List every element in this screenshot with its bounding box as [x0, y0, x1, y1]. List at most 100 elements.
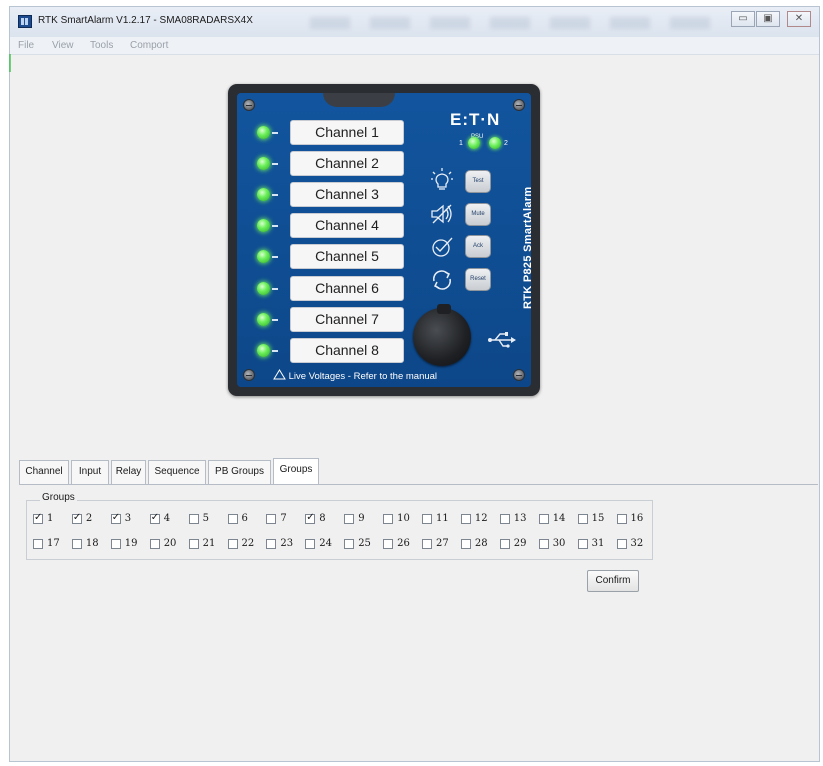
test-button[interactable]: Test — [465, 170, 491, 193]
psu-1-led — [468, 137, 480, 149]
checkbox-box[interactable] — [149, 512, 160, 524]
menu-file[interactable]: File — [18, 40, 34, 51]
checkbox-label: 14 — [552, 513, 566, 524]
group-checkbox-3[interactable]: 3 — [110, 512, 150, 527]
checkbox-box[interactable] — [227, 539, 238, 549]
group-checkbox-18[interactable]: 18 — [71, 538, 111, 552]
group-checkbox-32[interactable]: 32 — [616, 538, 656, 552]
checkbox-box[interactable] — [383, 514, 394, 524]
group-checkbox-11[interactable]: 11 — [422, 513, 461, 527]
group-checkbox-21[interactable]: 21 — [188, 538, 228, 552]
group-checkbox-14[interactable]: 14 — [538, 513, 578, 527]
group-checkbox-7[interactable]: 7 — [266, 513, 305, 527]
group-checkbox-22[interactable]: 22 — [227, 538, 267, 552]
menu-view[interactable]: View — [52, 40, 74, 51]
checkbox-box[interactable] — [499, 514, 510, 524]
checkbox-box[interactable] — [577, 514, 588, 524]
group-checkbox-17[interactable]: 17 — [33, 538, 72, 552]
reset-button[interactable]: Reset — [465, 268, 491, 291]
checkbox-box[interactable] — [538, 514, 549, 524]
checkbox-box[interactable] — [33, 512, 43, 524]
checkbox-box[interactable] — [110, 539, 121, 549]
minimize-button[interactable]: ▭ — [731, 11, 755, 27]
channel-led-connector — [272, 194, 278, 197]
checkbox-box[interactable] — [538, 539, 549, 549]
group-checkbox-24[interactable]: 24 — [305, 538, 344, 552]
group-checkbox-5[interactable]: 5 — [188, 513, 228, 527]
checkbox-label: 22 — [241, 538, 255, 549]
checkbox-label: 11 — [436, 513, 449, 524]
group-checkbox-4[interactable]: 4 — [149, 512, 189, 527]
checkbox-label: 12 — [474, 513, 488, 524]
group-checkbox-16[interactable]: 16 — [616, 513, 656, 527]
group-checkbox-20[interactable]: 20 — [149, 538, 189, 552]
channel-led — [257, 126, 270, 139]
tab-pb-groups[interactable]: PB Groups — [208, 460, 271, 484]
tab-relay[interactable]: Relay — [111, 460, 146, 484]
group-checkbox-10[interactable]: 10 — [383, 513, 422, 527]
checkbox-box[interactable] — [71, 539, 82, 549]
group-checkbox-30[interactable]: 30 — [538, 538, 578, 552]
mute-button[interactable]: Mute — [465, 203, 491, 226]
check-badge-icon — [432, 237, 453, 257]
group-checkbox-27[interactable]: 27 — [422, 538, 461, 552]
checkbox-box[interactable] — [460, 539, 471, 549]
title-bar[interactable]: RTK SmartAlarm V1.2.17 - SMA08RADARSX4X … — [10, 7, 819, 37]
group-checkbox-28[interactable]: 28 — [460, 538, 500, 552]
group-checkbox-29[interactable]: 29 — [499, 538, 539, 552]
checkbox-box[interactable] — [266, 514, 277, 524]
group-checkbox-12[interactable]: 12 — [460, 513, 500, 527]
checkbox-box[interactable] — [110, 512, 121, 524]
group-checkbox-13[interactable]: 13 — [499, 513, 539, 527]
confirm-button[interactable]: Confirm — [587, 570, 639, 592]
checkbox-box[interactable] — [383, 539, 394, 549]
group-checkbox-2[interactable]: 2 — [71, 512, 111, 527]
checkbox-box[interactable] — [422, 514, 432, 524]
checkbox-box[interactable] — [227, 514, 238, 524]
maximize-button[interactable]: ▣ — [756, 11, 780, 27]
group-checkbox-9[interactable]: 9 — [344, 513, 383, 527]
checkbox-box[interactable] — [266, 539, 277, 549]
tab-channel[interactable]: Channel — [19, 460, 69, 484]
checkbox-box[interactable] — [305, 539, 316, 549]
checkbox-box[interactable] — [422, 539, 432, 549]
checkbox-box[interactable] — [499, 539, 510, 549]
checkbox-label: 19 — [124, 538, 138, 549]
rotary-knob[interactable] — [413, 304, 471, 366]
group-checkbox-15[interactable]: 15 — [577, 513, 617, 527]
group-checkbox-26[interactable]: 26 — [383, 538, 422, 552]
menu-comport[interactable]: Comport — [130, 40, 168, 51]
checkbox-box[interactable] — [577, 539, 588, 549]
checkbox-box[interactable] — [149, 539, 160, 549]
tab-groups[interactable]: Groups — [273, 458, 319, 484]
close-button[interactable]: ✕ — [787, 11, 811, 27]
checkbox-box[interactable] — [71, 512, 82, 524]
group-checkbox-31[interactable]: 31 — [577, 538, 617, 552]
menu-tools[interactable]: Tools — [90, 40, 113, 51]
psu-2-led — [489, 137, 501, 149]
group-checkbox-8[interactable]: 8 — [305, 512, 344, 527]
group-checkbox-1[interactable]: 1 — [33, 512, 72, 527]
tab-input[interactable]: Input — [71, 460, 109, 484]
group-checkbox-25[interactable]: 25 — [344, 538, 383, 552]
speaker-mute-icon — [431, 204, 452, 224]
checkbox-box[interactable] — [460, 514, 471, 524]
checkbox-box[interactable] — [616, 514, 627, 524]
group-checkbox-19[interactable]: 19 — [110, 538, 150, 552]
group-checkbox-23[interactable]: 23 — [266, 538, 305, 552]
channel-led — [257, 250, 270, 264]
ack-button[interactable]: Ack — [465, 235, 491, 258]
checkbox-label: 9 — [358, 513, 365, 524]
checkbox-label: 7 — [280, 513, 287, 524]
checkbox-box[interactable] — [33, 539, 43, 549]
checkbox-box[interactable] — [344, 514, 355, 524]
checkbox-label: 30 — [552, 538, 566, 549]
checkbox-box[interactable] — [616, 539, 627, 549]
warning-text: Live Voltages - Refer to the manual — [273, 369, 437, 382]
checkbox-box[interactable] — [344, 539, 355, 549]
checkbox-box[interactable] — [188, 514, 199, 524]
checkbox-box[interactable] — [188, 539, 199, 549]
group-checkbox-6[interactable]: 6 — [227, 513, 267, 527]
tab-sequence[interactable]: Sequence — [148, 460, 206, 484]
checkbox-box[interactable] — [305, 512, 316, 524]
